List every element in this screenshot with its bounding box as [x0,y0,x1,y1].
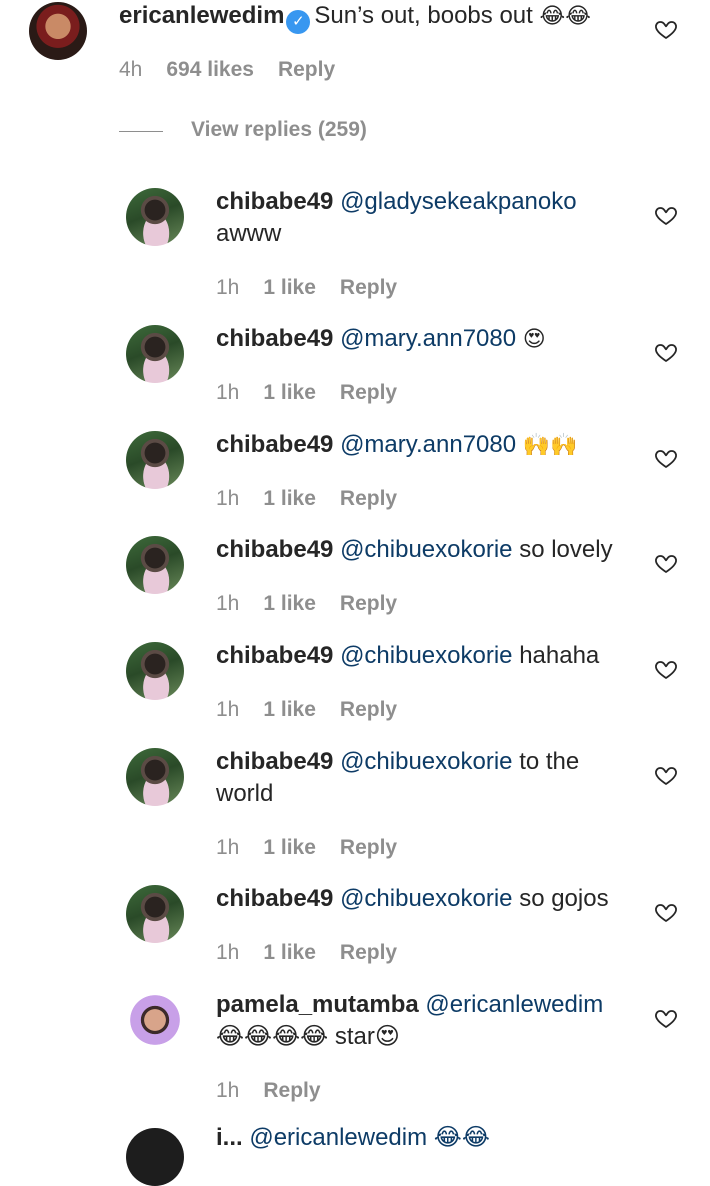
comment-body: pamela_mutamba @ericanlewedim 😂😂😂😂 star😍 [216,989,603,1053]
comment-text-line2: awww [216,220,282,247]
avatar[interactable] [126,642,184,700]
likes-count[interactable]: 1 like [263,592,316,615]
username[interactable]: pamela_mutamba [216,991,419,1018]
heart-outline-icon[interactable] [654,657,678,681]
mention-link[interactable]: @chibuexokorie [340,642,512,669]
verified-badge-icon: ✓ [286,10,311,34]
reply-button[interactable]: Reply [340,698,397,721]
avatar[interactable] [126,536,184,594]
avatar[interactable] [126,991,184,1049]
comment-meta: 1h 1 like Reply [216,836,421,860]
view-replies-label[interactable]: View replies (259) [191,118,367,142]
comment-body: chibabe49 @mary.ann7080 🙌🙌 [216,429,578,462]
mention-link[interactable]: @chibuexokorie [340,748,512,775]
avatar[interactable] [126,885,184,943]
mention-link[interactable]: @ericanlewedim [425,991,603,1018]
comment-meta: 1h 1 like Reply [216,487,421,511]
heart-outline-icon[interactable] [654,763,678,787]
comment-body: chibabe49 @mary.ann7080 😍 [216,323,546,356]
mention-link[interactable]: @mary.ann7080 [340,325,516,352]
comment-body: chibabe49 @chibuexokorie to the world [216,746,579,810]
comment-body: chibabe49 @chibuexokorie so gojos [216,883,609,915]
likes-count[interactable]: 1 like [263,941,316,964]
heart-outline-icon[interactable] [654,203,678,227]
mention-link[interactable]: @ericanlewedim 😂😂 [249,1124,490,1151]
heart-outline-icon[interactable] [654,551,678,575]
likes-count[interactable]: 694 likes [166,58,254,81]
comment-body: chibabe49 @gladysekeakpanoko awww [216,186,577,250]
reply-button[interactable]: Reply [340,276,397,299]
avatar[interactable] [126,325,184,383]
comment-meta: 4h 694 likes Reply [119,58,359,82]
username[interactable]: chibabe49 [216,188,333,215]
reply-button[interactable]: Reply [340,836,397,859]
timestamp: 1h [216,592,240,615]
comment-meta: 1h Reply [216,1079,345,1103]
comment-body: chibabe49 @chibuexokorie so lovely [216,534,613,566]
timestamp: 1h [216,941,240,964]
username[interactable]: chibabe49 [216,536,333,563]
comment-body: chibabe49 @chibuexokorie hahaha [216,640,599,672]
avatar[interactable] [29,2,87,60]
heart-outline-icon[interactable] [654,340,678,364]
avatar[interactable] [126,748,184,806]
timestamp: 1h [216,381,240,404]
comment-body: ericanlewedim ✓ Sun’s out, boobs out 😂😂 [119,0,591,34]
divider [119,131,163,132]
reply-button[interactable]: Reply [340,381,397,404]
username[interactable]: chibabe49 [216,325,333,352]
likes-count[interactable]: 1 like [263,487,316,510]
timestamp: 1h [216,487,240,510]
timestamp: 1h [216,836,240,859]
likes-count[interactable]: 1 like [263,276,316,299]
username[interactable]: chibabe49 [216,642,333,669]
comment-text: Sun’s out, boobs out [314,2,533,29]
heart-outline-icon[interactable] [654,900,678,924]
username[interactable]: chibabe49 [216,431,333,458]
timestamp: 1h [216,1079,240,1102]
timestamp: 4h [119,58,143,81]
likes-count[interactable]: 1 like [263,836,316,859]
reply-button[interactable]: Reply [340,941,397,964]
timestamp: 1h [216,276,240,299]
username[interactable]: chibabe49 [216,885,333,912]
comment-text: 🙌🙌 [522,433,578,458]
avatar[interactable] [126,188,184,246]
reply-button[interactable]: Reply [263,1079,320,1102]
comment-text-line2: 😂😂😂😂 star😍 [216,1023,400,1050]
comment-text: 😍 [522,327,546,352]
mention-link[interactable]: @chibuexokorie [340,885,512,912]
mention-link[interactable]: @gladysekeakpanoko [340,188,577,215]
timestamp: 1h [216,698,240,721]
comment-text: hahaha [519,642,600,669]
comment-emoji: 😂😂 [539,4,591,29]
comment-meta: 1h 1 like Reply [216,592,421,616]
username[interactable]: i... [216,1124,243,1151]
mention-link[interactable]: @mary.ann7080 [340,431,516,458]
comment-meta: 1h 1 like Reply [216,276,421,300]
comment-text: so lovely [519,536,613,563]
reply-button[interactable]: Reply [340,592,397,615]
heart-outline-icon[interactable] [654,17,678,41]
comment-meta: 1h 1 like Reply [216,381,421,405]
avatar[interactable] [126,1128,184,1186]
comment-text: to the [519,748,580,775]
likes-count[interactable]: 1 like [263,698,316,721]
reply-button[interactable]: Reply [278,58,335,81]
heart-outline-icon[interactable] [654,446,678,470]
likes-count[interactable]: 1 like [263,381,316,404]
username[interactable]: ericanlewedim [119,2,284,29]
avatar[interactable] [126,431,184,489]
mention-link[interactable]: @chibuexokorie [340,536,512,563]
comment-text: so gojos [519,885,609,912]
heart-outline-icon[interactable] [654,1006,678,1030]
comment-meta: 1h 1 like Reply [216,941,421,965]
username[interactable]: chibabe49 [216,748,333,775]
comment-body: i... @ericanlewedim 😂😂 [216,1122,490,1154]
comment-text-line2: world [216,780,274,807]
reply-button[interactable]: Reply [340,487,397,510]
comment-meta: 1h 1 like Reply [216,698,421,722]
